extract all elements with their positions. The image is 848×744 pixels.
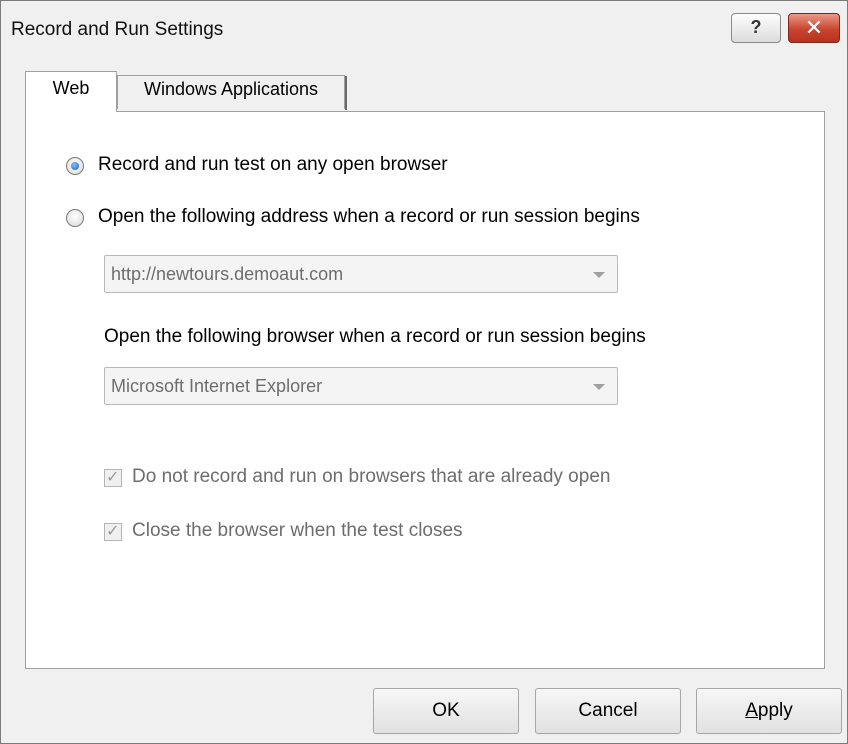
tab-web-label: Web: [52, 78, 90, 98]
checkbox-close-browser-box[interactable]: ✓: [104, 523, 122, 541]
tab-windows-applications-label: Windows Applications: [143, 79, 319, 99]
apply-button[interactable]: Apply: [696, 688, 842, 734]
browser-combobox[interactable]: Microsoft Internet Explorer: [104, 367, 618, 405]
title-bar[interactable]: Record and Run Settings ? ✕: [1, 1, 847, 61]
radio-open-address-indicator[interactable]: [66, 209, 84, 227]
help-button[interactable]: ?: [731, 13, 781, 43]
checkbox-do-not-record-open-browsers-label: Do not record and run on browsers that a…: [132, 466, 611, 487]
address-combobox-value: http://newtours.demoaut.com: [111, 264, 344, 284]
chevron-down-icon[interactable]: [593, 272, 605, 278]
radio-open-address-label: Open the following address when a record…: [98, 206, 640, 227]
radio-any-open-browser-label: Record and run test on any open browser: [98, 154, 448, 175]
checkbox-do-not-record-open-browsers-box[interactable]: ✓: [104, 469, 122, 487]
help-icon: ?: [750, 17, 762, 37]
close-button[interactable]: ✕: [788, 13, 840, 43]
checkbox-close-browser-label: Close the browser when the test closes: [132, 520, 463, 541]
close-icon: ✕: [804, 15, 824, 40]
apply-button-mnemonic: A: [745, 700, 758, 721]
web-tab-panel: Record and run test on any open browser …: [25, 111, 825, 669]
radio-any-open-browser-indicator[interactable]: [66, 157, 84, 175]
cancel-button[interactable]: Cancel: [535, 688, 681, 734]
chevron-down-icon[interactable]: [593, 384, 605, 390]
window-title: Record and Run Settings: [11, 19, 224, 40]
tab-edge-divider: [345, 76, 347, 110]
tab-windows-applications[interactable]: Windows Applications: [117, 75, 347, 110]
checkmark-icon: ✓: [106, 523, 120, 540]
record-run-settings-dialog: Record and Run Settings ? ✕ Web Windows …: [0, 0, 848, 744]
apply-button-label-rest: pply: [757, 700, 793, 721]
ok-button[interactable]: OK: [373, 688, 519, 734]
browser-combobox-value: Microsoft Internet Explorer: [111, 376, 323, 396]
browser-section-label: Open the following browser when a record…: [104, 326, 646, 347]
address-combobox[interactable]: http://newtours.demoaut.com: [104, 255, 618, 293]
checkmark-icon: ✓: [106, 469, 120, 486]
tab-web[interactable]: Web: [25, 71, 117, 112]
